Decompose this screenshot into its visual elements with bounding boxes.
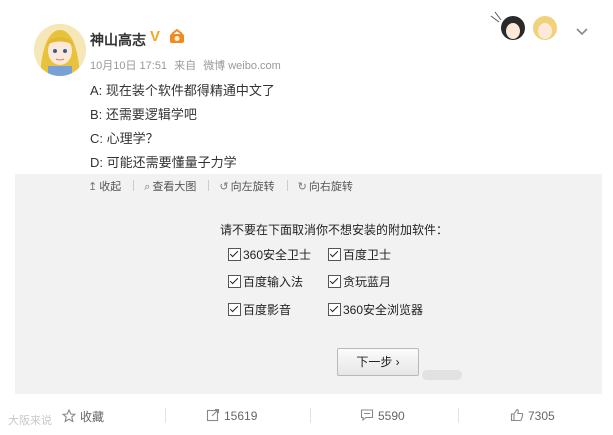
checkbox-checked[interactable]	[228, 275, 241, 288]
v-badge-icon: V	[150, 28, 161, 45]
rotate-left-label: 向左旋转	[230, 181, 275, 193]
post-time[interactable]: 10月10日 17:51	[90, 60, 167, 72]
checkbox-checked[interactable]	[328, 248, 341, 261]
collapse-icon: ↥	[88, 181, 98, 193]
option-label: 百度影音	[243, 303, 292, 317]
comment-count: 5590	[378, 409, 405, 423]
like-button[interactable]: 7305	[510, 408, 555, 423]
option-label: 百度输入法	[243, 275, 304, 289]
post-meta: 10月10日 17:51 来自 微博 weibo.com	[90, 57, 285, 73]
blurred-mark	[422, 370, 462, 380]
post-text-line: C: 心理学？	[90, 131, 159, 146]
checkbox-checked[interactable]	[328, 303, 341, 316]
repost-icon	[206, 408, 220, 422]
comment-icon	[360, 409, 374, 422]
attached-image	[15, 174, 602, 394]
checkbox-checked[interactable]	[228, 303, 241, 316]
collapse-label: 收起	[99, 181, 122, 193]
option-checkbox[interactable]: 百度输入法	[228, 273, 303, 290]
author-name[interactable]: 神山高志	[90, 30, 146, 50]
chevron-down-icon[interactable]	[575, 24, 589, 36]
post-via: 来自	[174, 60, 197, 72]
option-checkbox[interactable]: 360安全浏览器	[328, 301, 423, 318]
divider	[208, 180, 210, 191]
favorite-label: 收藏	[80, 410, 105, 424]
rotate-right-icon: ↻	[297, 181, 307, 193]
option-label: 贪玩蓝月	[343, 275, 392, 289]
repost-button[interactable]: 15619	[206, 408, 257, 423]
divider	[133, 180, 135, 191]
option-label: 360安全浏览器	[343, 303, 424, 317]
option-checkbox[interactable]: 360安全卫士	[228, 246, 311, 263]
dialog-prompt: 请不要在下面取消你不想安装的附加软件：	[220, 223, 449, 237]
checkbox-checked[interactable]	[228, 248, 241, 261]
divider	[165, 408, 166, 423]
divider	[310, 408, 311, 423]
option-checkbox[interactable]: 百度卫士	[328, 246, 391, 263]
option-checkbox[interactable]: 贪玩蓝月	[328, 273, 391, 290]
divider	[286, 180, 288, 191]
decoration-card-image	[487, 8, 567, 48]
rotate-left-button[interactable]: ↺ 向左旋转	[219, 178, 274, 194]
avatar-image	[34, 24, 86, 76]
favorite-button[interactable]: 收藏	[61, 408, 105, 425]
view-large-button[interactable]: ⌕ 查看大图	[144, 178, 196, 194]
rotate-right-label: 向右旋转	[308, 181, 353, 193]
comment-button[interactable]: 5590	[360, 408, 405, 423]
collapse-button[interactable]: ↥ 收起	[88, 178, 121, 194]
repost-count: 15619	[224, 409, 258, 423]
post-text-line: A: 现在装个软件都得精通中文了	[90, 83, 275, 98]
post-text-line: B: 还需要逻辑学吧	[90, 107, 197, 122]
post-text-line: D: 可能还需要懂量子力学	[90, 155, 237, 170]
next-button[interactable]: 下一步 ›	[337, 348, 419, 376]
avatar[interactable]	[34, 24, 86, 76]
rotate-right-button[interactable]: ↻ 向右旋转	[298, 178, 353, 194]
view-large-label: 查看大图	[152, 181, 197, 193]
option-label: 百度卫士	[343, 248, 392, 262]
level-badge-icon	[168, 28, 186, 45]
option-checkbox[interactable]: 百度影音	[228, 301, 291, 318]
divider	[458, 408, 459, 423]
watermark: 大阪来说	[8, 415, 52, 427]
rotate-left-icon: ↺	[219, 181, 229, 193]
like-count: 7305	[528, 409, 555, 423]
thumbs-up-icon	[510, 408, 524, 422]
image-toolbar: ↥ 收起 ⌕ 查看大图 ↺ 向左旋转 ↻ 向右旋转	[88, 178, 365, 194]
star-icon	[61, 408, 77, 423]
post-source[interactable]: 微博 weibo.com	[203, 60, 281, 72]
magnifier-icon: ⌕	[144, 181, 151, 193]
checkbox-checked[interactable]	[328, 275, 341, 288]
option-label: 360安全卫士	[243, 248, 312, 262]
